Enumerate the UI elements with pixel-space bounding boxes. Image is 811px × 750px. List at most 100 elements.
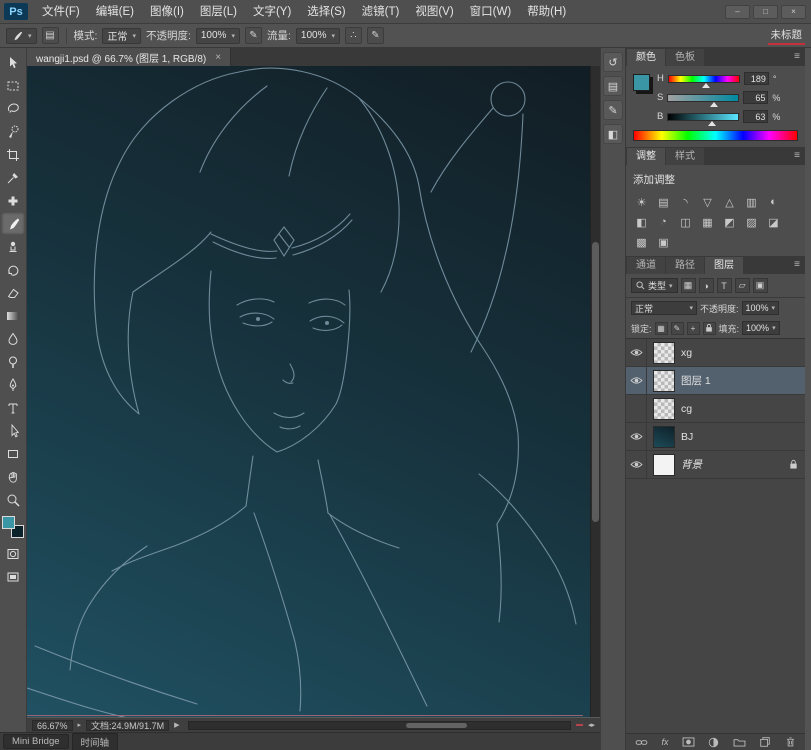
menu-layer[interactable]: 图层(L) [192, 0, 245, 24]
menu-help[interactable]: 帮助(H) [519, 0, 574, 24]
zoom-tool[interactable] [1, 488, 25, 511]
visibility-toggle[interactable] [626, 367, 647, 394]
menu-view[interactable]: 视图(V) [407, 0, 461, 24]
panel-menu-icon[interactable]: ≡ [794, 51, 800, 62]
hue-slider-thumb[interactable] [701, 82, 710, 88]
vertical-scrollbar[interactable] [590, 66, 600, 717]
flow-select[interactable]: 100% ▾ [295, 27, 340, 44]
menu-filter[interactable]: 滤镜(T) [354, 0, 408, 24]
lock-pixels-icon[interactable]: ✎ [670, 321, 684, 335]
brightness-slider-thumb[interactable] [708, 120, 717, 126]
hue-saturation-icon[interactable]: ▥ [743, 194, 760, 210]
gradient-map-icon[interactable]: ▩ [633, 234, 650, 250]
horizontal-scrollbar[interactable] [188, 720, 571, 730]
hand-tool[interactable] [1, 465, 25, 488]
shape-tool[interactable] [1, 442, 25, 465]
hue-slider[interactable] [667, 74, 740, 88]
adjustment-filter-icon[interactable]: ◑ [698, 278, 714, 293]
brightness-contrast-icon[interactable]: ☀ [633, 194, 650, 210]
panel-menu-icon[interactable]: ≡ [794, 259, 800, 270]
selective-color-icon[interactable]: ▣ [655, 234, 672, 250]
saturation-slider[interactable] [667, 93, 740, 107]
color-spectrum-bar[interactable] [633, 130, 798, 141]
layer-row-layer-1[interactable]: 图层 1 [626, 367, 805, 395]
maximize-button[interactable]: □ [753, 4, 778, 19]
blur-tool[interactable] [1, 327, 25, 350]
scroll-arrows-icon[interactable]: ◂▸ [588, 721, 595, 729]
opacity-select[interactable]: 100% ▾ [195, 27, 240, 44]
layer-row-background[interactable]: 背景 [626, 451, 805, 479]
pressure-size-icon[interactable]: ✎ [366, 27, 384, 44]
saturation-value[interactable]: 65 [743, 91, 769, 104]
layer-thumbnail[interactable] [653, 341, 675, 364]
menu-file[interactable]: 文件(F) [34, 0, 88, 24]
path-selection-tool[interactable] [1, 419, 25, 442]
type-filter-icon[interactable]: T [716, 278, 732, 293]
delete-layer-icon[interactable] [785, 736, 796, 748]
tab-styles[interactable]: 样式 [666, 148, 704, 165]
brightness-value[interactable]: 63 [743, 110, 769, 123]
brightness-slider[interactable] [667, 112, 740, 126]
zoom-level[interactable]: 66.67% [32, 719, 73, 731]
pen-tool[interactable] [1, 373, 25, 396]
marquee-tool[interactable] [1, 74, 25, 97]
vertical-scrollbar-thumb[interactable] [592, 241, 599, 522]
link-layers-icon[interactable] [635, 738, 648, 747]
menu-select[interactable]: 选择(S) [299, 0, 353, 24]
horizontal-scrollbar-thumb[interactable] [406, 722, 468, 728]
lock-all-icon[interactable] [702, 321, 716, 335]
levels-icon[interactable]: ▤ [655, 194, 672, 210]
visibility-toggle[interactable] [626, 451, 647, 478]
brush-tool[interactable] [1, 212, 25, 235]
tab-paths[interactable]: 路径 [666, 257, 704, 274]
new-layer-icon[interactable] [759, 736, 771, 748]
exposure-icon[interactable]: ▽ [699, 194, 716, 210]
threshold-icon[interactable]: ◪ [765, 214, 782, 230]
layer-name[interactable]: BJ [681, 431, 693, 443]
move-tool[interactable] [1, 51, 25, 74]
timeline-tab[interactable]: 时间轴 [71, 732, 119, 750]
history-brush-tool[interactable] [1, 258, 25, 281]
hue-value[interactable]: 189 [743, 72, 769, 85]
channel-mixer-icon[interactable]: ◫ [677, 214, 694, 230]
visibility-toggle[interactable] [626, 339, 647, 366]
photo-filter-icon[interactable]: ◔ [655, 214, 672, 230]
type-tool[interactable] [1, 396, 25, 419]
saturation-slider-thumb[interactable] [709, 101, 718, 107]
color-lookup-icon[interactable]: ▦ [699, 214, 716, 230]
eyedropper-tool[interactable] [1, 166, 25, 189]
layer-name[interactable]: cg [681, 403, 692, 415]
layer-thumbnail[interactable] [653, 453, 675, 476]
tab-adjustments[interactable]: 调整 [627, 148, 665, 165]
mode-select[interactable]: 正常 ▾ [102, 27, 141, 44]
menu-edit[interactable]: 编辑(E) [88, 0, 142, 24]
layer-thumbnail[interactable] [653, 425, 675, 448]
panel-menu-icon[interactable]: ≡ [794, 150, 800, 161]
canvas[interactable] [27, 66, 600, 717]
tab-channels[interactable]: 通道 [627, 257, 665, 274]
layer-style-icon[interactable]: fx [661, 737, 668, 747]
close-document-icon[interactable]: × [215, 52, 221, 63]
black-white-icon[interactable]: ◧ [633, 214, 650, 230]
screen-mode-button[interactable] [1, 565, 25, 588]
history-panel-icon[interactable]: ↺ [603, 52, 623, 72]
smart-object-filter-icon[interactable]: ▣ [752, 278, 768, 293]
dodge-tool[interactable] [1, 350, 25, 373]
tab-layers[interactable]: 图层 [705, 257, 743, 274]
color-balance-icon[interactable]: ◐ [765, 194, 782, 210]
layer-name[interactable]: xg [681, 347, 692, 359]
current-color-swatch[interactable] [633, 74, 650, 91]
gradient-tool[interactable] [1, 304, 25, 327]
layer-row-cg[interactable]: cg [626, 395, 805, 423]
quick-selection-tool[interactable] [1, 120, 25, 143]
layer-row-xg[interactable]: xg [626, 339, 805, 367]
layer-opacity-select[interactable]: 100% ▾ [741, 301, 780, 315]
spot-healing-brush-tool[interactable] [1, 189, 25, 212]
vibrance-icon[interactable]: △ [721, 194, 738, 210]
visibility-toggle[interactable] [626, 423, 647, 450]
layer-mask-icon[interactable] [682, 737, 695, 747]
properties-panel-icon[interactable]: ▤ [603, 76, 623, 96]
menu-image[interactable]: 图像(I) [142, 0, 192, 24]
quick-mask-button[interactable] [1, 542, 25, 565]
pixel-filter-icon[interactable]: ▦ [680, 278, 696, 293]
